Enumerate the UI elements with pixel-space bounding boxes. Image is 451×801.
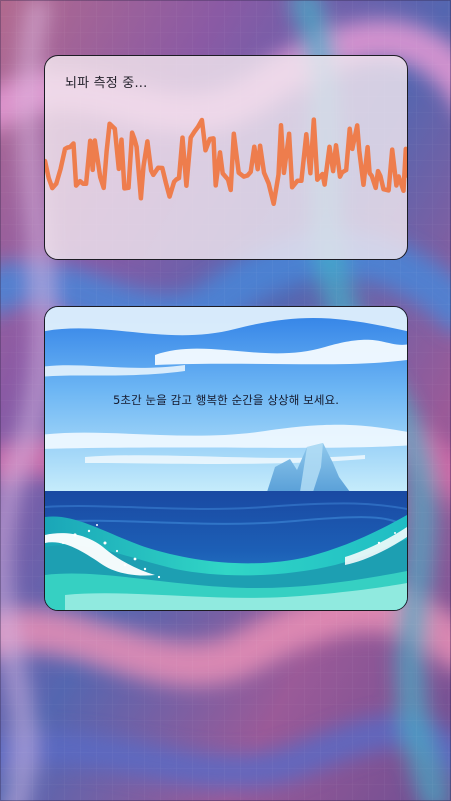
ocean-iceberg-illustration bbox=[45, 307, 407, 610]
brainwave-card: 뇌파 측정 중... bbox=[44, 55, 408, 260]
measuring-status: 뇌파 측정 중... bbox=[65, 76, 148, 91]
imagination-prompt-card: 5초간 눈을 감고 행복한 순간을 상상해 보세요. bbox=[44, 306, 408, 611]
brainwave-line bbox=[45, 117, 407, 207]
imagination-instruction: 5초간 눈을 감고 행복한 순간을 상상해 보세요. bbox=[113, 393, 339, 407]
